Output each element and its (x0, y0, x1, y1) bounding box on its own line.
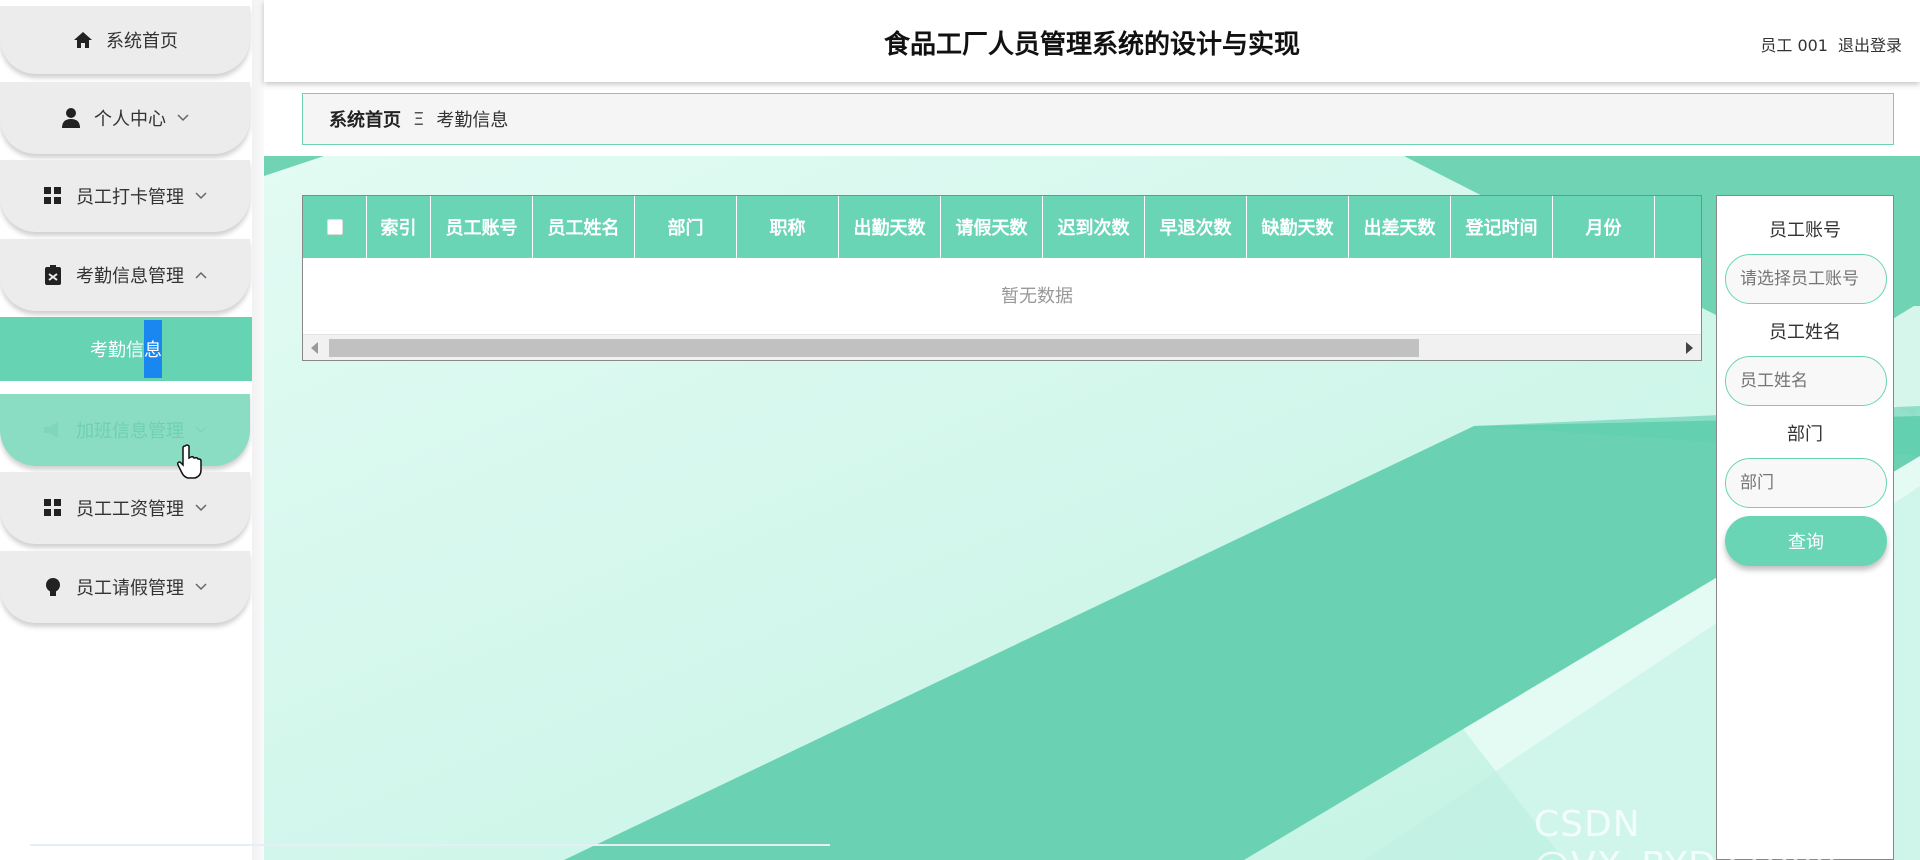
sidebar-item-home[interactable]: 系统首页 (0, 6, 250, 74)
sidebar-item-label: 员工打卡管理 (76, 187, 184, 208)
account-label: 员工账号 (1769, 220, 1841, 241)
breadcrumb-separator-icon: Ξ (413, 108, 425, 130)
sidebar-item-personal[interactable]: 个人中心 (0, 82, 250, 154)
column-header: 索引 (367, 196, 431, 258)
column-header: 出勤天数 (839, 196, 941, 258)
select-all-checkbox[interactable] (326, 219, 343, 235)
logout-link[interactable]: 退出登录 (1838, 32, 1902, 56)
attendance-table: 索引 员工账号 员工姓名 部门 职称 出勤天数 请假天数 迟到次数 早退次数 缺… (302, 195, 1702, 361)
chevron-down-icon (176, 111, 190, 125)
sidebar-divider (252, 0, 264, 860)
sidebar-item-overtime[interactable]: 加班信息管理 (0, 394, 250, 466)
search-panel: 员工账号 员工姓名 部门 查询 (1716, 195, 1894, 860)
column-header: 员工账号 (431, 196, 533, 258)
name-label: 员工姓名 (1769, 322, 1841, 343)
current-user: 员工 001 (1760, 36, 1828, 55)
sidebar-item-label: 考勤信息管理 (76, 266, 184, 287)
column-header: 缺勤天数 (1247, 196, 1349, 258)
grid-icon (42, 497, 64, 519)
breadcrumb-home[interactable]: 系统首页 (329, 106, 401, 132)
chevron-down-icon (194, 501, 208, 515)
clipboard-icon (42, 264, 64, 286)
scroll-left-arrow-icon[interactable] (311, 342, 318, 354)
query-button[interactable]: 查询 (1725, 516, 1887, 566)
column-header: 月份 (1553, 196, 1655, 258)
sidebar-item-label: 加班信息管理 (76, 421, 184, 442)
bulb-icon (42, 576, 64, 598)
sidebar-item-attendance[interactable]: 考勤信息管理 (0, 239, 250, 311)
watermark-text: CSDN @VX_BYDZ1988 (1534, 804, 1837, 860)
name-input[interactable] (1725, 356, 1887, 406)
column-header: 员工姓名 (533, 196, 635, 258)
top-header: 食品工厂人员管理系统的设计与实现 员工 001 退出登录 (264, 0, 1920, 82)
table-header: 索引 员工账号 员工姓名 部门 职称 出勤天数 请假天数 迟到次数 早退次数 缺… (303, 196, 1701, 258)
column-header: 迟到次数 (1043, 196, 1145, 258)
sidebar: 系统首页 个人中心 员工打卡管理 考勤信息管理 考勤信息 加班信息管理 员工工资… (0, 0, 252, 860)
megaphone-icon (42, 419, 64, 441)
sidebar-item-clockin[interactable]: 员工打卡管理 (0, 160, 250, 232)
chevron-up-icon (194, 268, 208, 282)
scrollbar-thumb[interactable] (329, 339, 1419, 357)
sidebar-item-leave[interactable]: 员工请假管理 (0, 551, 250, 623)
hand-pointer-cursor-icon (176, 444, 204, 484)
submenu-item-label: 考勤信 (90, 340, 144, 361)
sidebar-item-label: 员工工资管理 (76, 499, 184, 520)
account-select[interactable] (1725, 254, 1887, 304)
column-header: 早退次数 (1145, 196, 1247, 258)
sidebar-item-salary[interactable]: 员工工资管理 (0, 472, 250, 544)
dept-label: 部门 (1787, 424, 1823, 445)
column-header: 出差天数 (1349, 196, 1451, 258)
divider (30, 844, 830, 846)
dept-input[interactable] (1725, 458, 1887, 508)
sidebar-item-label: 系统首页 (106, 31, 178, 52)
user-icon (60, 107, 82, 129)
submenu-item-attendance-info[interactable]: 考勤信息 (0, 317, 252, 381)
sidebar-item-label: 个人中心 (94, 109, 166, 130)
breadcrumb: 系统首页 Ξ 考勤信息 (302, 93, 1894, 145)
chevron-down-icon (194, 423, 208, 437)
chevron-down-icon (194, 580, 208, 594)
empty-table-message: 暂无数据 (1001, 286, 1073, 307)
column-header: 部门 (635, 196, 737, 258)
column-header: 职称 (737, 196, 839, 258)
home-icon (72, 29, 94, 51)
scroll-right-arrow-icon[interactable] (1686, 342, 1693, 354)
chevron-down-icon (194, 189, 208, 203)
select-all-cell (303, 196, 367, 258)
breadcrumb-current: 考勤信息 (436, 110, 509, 131)
grid-icon (42, 185, 64, 207)
text-selection-highlight: 息 (144, 320, 162, 378)
column-header: 请假天数 (941, 196, 1043, 258)
horizontal-scrollbar[interactable] (303, 334, 1701, 360)
page-title: 食品工厂人员管理系统的设计与实现 (883, 30, 1300, 60)
sidebar-item-label: 员工请假管理 (76, 578, 184, 599)
column-header: 登记时间 (1451, 196, 1553, 258)
